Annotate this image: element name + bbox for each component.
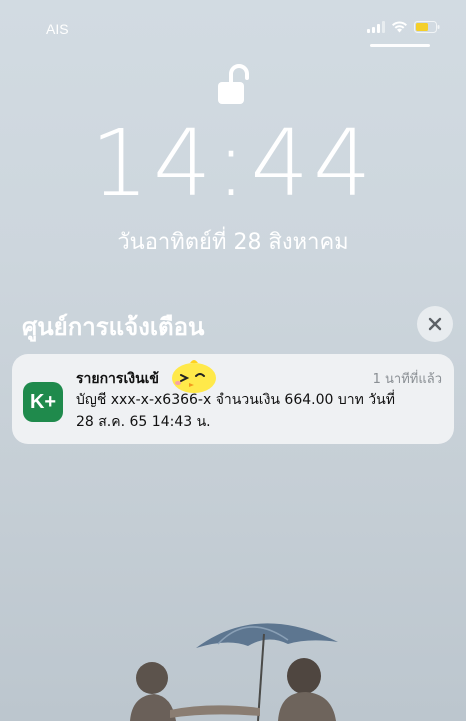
cellular-signal-icon	[367, 21, 385, 33]
control-center-indicator[interactable]	[370, 44, 430, 47]
clear-notifications-button[interactable]	[417, 306, 453, 342]
status-bar: AIS	[0, 0, 466, 44]
kplus-app-icon: K+	[23, 382, 63, 422]
couple-silhouette	[130, 658, 336, 721]
notification-center-title: ศูนย์การแจ้งเตือน	[22, 313, 205, 341]
notification-body: บัญชี xxx-x-x6366-x จำนวนเงิน 664.00 บาท…	[76, 389, 448, 433]
status-icons	[367, 21, 440, 33]
lock-screen-date: วันอาทิตย์ที่ 28 สิงหาคม	[117, 230, 349, 255]
chick-sticker-icon	[172, 360, 216, 393]
wifi-icon	[392, 21, 407, 33]
notification-title: รายการเงินเข้	[76, 371, 159, 387]
carrier-name: AIS	[46, 21, 69, 37]
battery-icon	[414, 21, 440, 33]
close-icon	[428, 317, 442, 331]
lock-screen-clock: 14:44	[90, 110, 376, 217]
notification-card[interactable]: K+ รายการเงินเข้ 1 นาทีที่แล้ว บัญชี xxx…	[12, 354, 454, 444]
notification-time: 1 นาทีที่แล้ว	[372, 372, 442, 387]
notification-body-line-2: 28 ส.ค. 65 14:43 น.	[76, 414, 211, 430]
notification-body-line-1: บัญชี xxx-x-x6366-x จำนวนเงิน 664.00 บาท…	[76, 392, 395, 408]
unlocked-padlock-icon	[218, 64, 249, 104]
